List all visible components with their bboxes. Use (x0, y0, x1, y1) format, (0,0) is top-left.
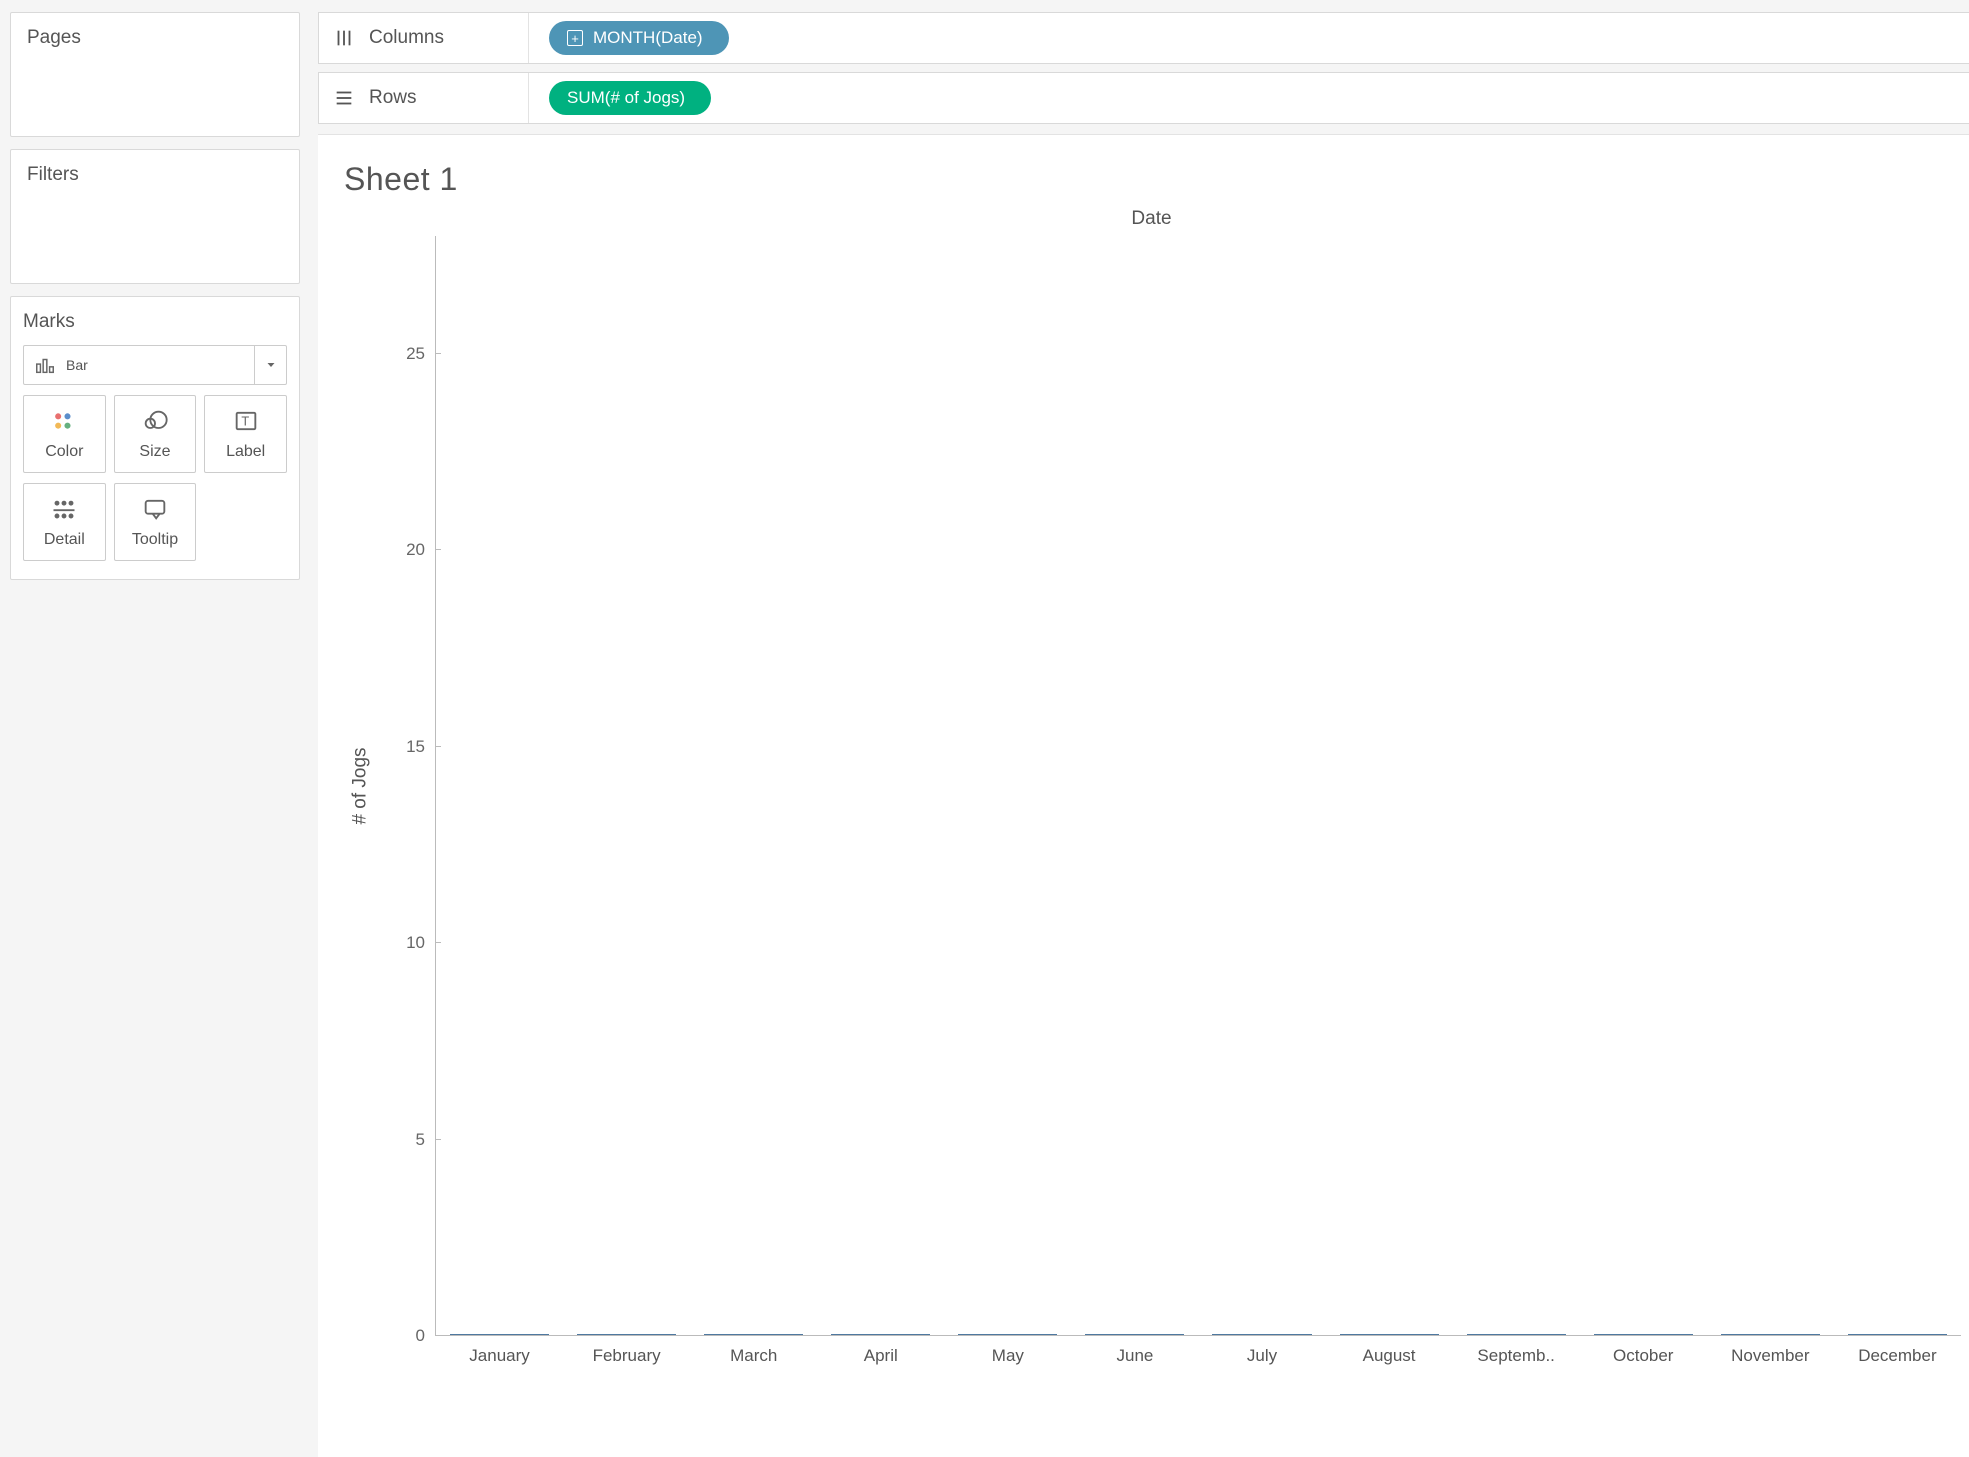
filters-title: Filters (27, 164, 283, 186)
x-tick-label: Septemb.. (1453, 1336, 1580, 1366)
mark-type-select[interactable]: Bar (23, 345, 287, 385)
tooltip-icon (141, 495, 169, 523)
rows-icon (319, 87, 369, 109)
mark-buttons-row2: Detail Tooltip (23, 483, 287, 561)
bar[interactable] (1594, 1334, 1693, 1335)
rows-pill-label: SUM(# of Jogs) (567, 88, 685, 108)
plot-area[interactable] (436, 236, 1961, 1336)
bar[interactable] (831, 1334, 930, 1335)
mark-type-label: Bar (66, 357, 88, 373)
y-axis-label: # of Jogs (350, 747, 372, 824)
viz-container: Sheet 1 Date # of Jogs 0 5 10 15 20 25 Januar… (318, 134, 1969, 1457)
columns-pill-label: MONTH(Date) (593, 28, 703, 48)
x-tick-label: May (944, 1336, 1071, 1366)
chart: # of Jogs 0510152025 (342, 236, 1961, 1336)
label-icon: T (232, 407, 260, 435)
column-header: Date (342, 208, 1961, 230)
bar-icon (34, 354, 56, 376)
chevron-down-icon[interactable] (254, 346, 286, 384)
mark-label-button[interactable]: T Label (204, 395, 287, 473)
y-tick: 10 (406, 933, 425, 953)
y-tick: 20 (406, 540, 425, 560)
pages-title: Pages (27, 27, 283, 49)
app-root: Pages Filters Marks Bar (0, 0, 1969, 1457)
x-axis-labels: JanuaryFebruaryMarchAprilMayJuneJulyAugu… (436, 1336, 1961, 1366)
bar[interactable] (450, 1334, 549, 1335)
x-tick-label: October (1580, 1336, 1707, 1366)
columns-shelf[interactable]: Columns + MONTH(Date) (318, 12, 1969, 64)
size-icon (141, 407, 169, 435)
bar-slot (563, 1334, 690, 1335)
mark-color-label: Color (45, 443, 83, 461)
mark-color-button[interactable]: Color (23, 395, 106, 473)
svg-text:T: T (241, 414, 249, 429)
bar-slot (1834, 1334, 1961, 1335)
bar[interactable] (1340, 1334, 1439, 1335)
mark-label-label: Label (226, 443, 265, 461)
bar[interactable] (704, 1334, 803, 1335)
bar-slot (436, 1334, 563, 1335)
rows-pill[interactable]: SUM(# of Jogs) (549, 81, 711, 115)
x-tick-label: June (1071, 1336, 1198, 1366)
bar[interactable] (577, 1334, 676, 1335)
y-tick: 0 (416, 1326, 425, 1346)
mark-size-label: Size (139, 443, 170, 461)
columns-icon (319, 27, 369, 49)
x-tick-label: December (1834, 1336, 1961, 1366)
bar-slot (1198, 1334, 1325, 1335)
x-tick-label: August (1326, 1336, 1453, 1366)
marks-title: Marks (23, 311, 287, 333)
bars (436, 236, 1961, 1335)
marks-card: Marks Bar Color (10, 296, 300, 580)
y-axis: 0510152025 (380, 236, 436, 1336)
bar-slot (1326, 1334, 1453, 1335)
columns-label: Columns (369, 13, 529, 63)
sheet-title[interactable]: Sheet 1 (344, 161, 1961, 198)
y-axis-label-wrap: # of Jogs (342, 236, 380, 1336)
filters-shelf[interactable]: Filters (10, 149, 300, 284)
bar-slot (1580, 1334, 1707, 1335)
x-tick-label: July (1198, 1336, 1325, 1366)
x-tick-label: February (563, 1336, 690, 1366)
mark-type-value: Bar (24, 354, 254, 376)
mark-detail-button[interactable]: Detail (23, 483, 106, 561)
shelves: Columns + MONTH(Date) Rows SUM(# of Jogs… (318, 12, 1969, 124)
columns-pill[interactable]: + MONTH(Date) (549, 21, 729, 55)
plus-icon: + (567, 30, 583, 46)
x-tick-label: November (1707, 1336, 1834, 1366)
bar-slot (944, 1334, 1071, 1335)
rows-label: Rows (369, 73, 529, 123)
y-tick: 15 (406, 737, 425, 757)
pages-shelf[interactable]: Pages (10, 12, 300, 137)
bar-slot (817, 1334, 944, 1335)
mark-tooltip-button[interactable]: Tooltip (114, 483, 197, 561)
bar[interactable] (1721, 1334, 1820, 1335)
x-tick-label: January (436, 1336, 563, 1366)
bar[interactable] (1848, 1334, 1947, 1335)
color-icon (50, 407, 78, 435)
mark-buttons-row1: Color Size T Label (23, 395, 287, 473)
worksheet-area: Columns + MONTH(Date) Rows SUM(# of Jogs… (310, 0, 1969, 1457)
x-tick-label: March (690, 1336, 817, 1366)
bar[interactable] (1467, 1334, 1566, 1335)
bar[interactable] (1085, 1334, 1184, 1335)
mark-size-button[interactable]: Size (114, 395, 197, 473)
x-tick-label: April (817, 1336, 944, 1366)
y-tick: 5 (416, 1130, 425, 1150)
bar-slot (1707, 1334, 1834, 1335)
bar[interactable] (1212, 1334, 1311, 1335)
y-tick: 25 (406, 344, 425, 364)
bar-slot (690, 1334, 817, 1335)
rows-shelf[interactable]: Rows SUM(# of Jogs) (318, 72, 1969, 124)
mark-detail-label: Detail (44, 531, 85, 549)
sidebar: Pages Filters Marks Bar (0, 0, 310, 1457)
mark-tooltip-label: Tooltip (132, 531, 178, 549)
bar[interactable] (958, 1334, 1057, 1335)
detail-icon (50, 495, 78, 523)
bar-slot (1071, 1334, 1198, 1335)
bar-slot (1453, 1334, 1580, 1335)
